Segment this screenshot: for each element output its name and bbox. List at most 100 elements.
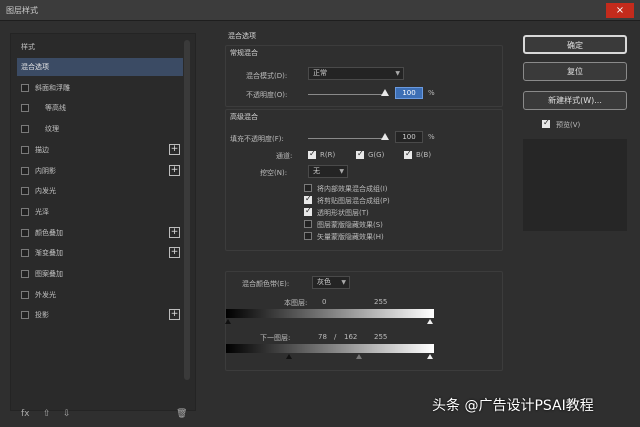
advanced-option-label: 矢量蒙版隐藏效果(H) [317,233,384,241]
opacity-label: 不透明度(O): [246,91,288,99]
blend-if-group: 混合颜色带(E): 灰色 ▼ 本图层: 0 255 下一图层: 78 / 162… [225,271,503,371]
sidebar-item-label: 混合选项 [21,63,49,71]
reset-button[interactable]: 复位 [523,62,627,81]
fx-icon[interactable]: fx [21,409,30,419]
this-layer-low: 0 [322,298,327,306]
fill-opacity-input[interactable]: 100 [395,131,423,143]
advanced-option-label: 图层蒙版隐藏效果(S) [317,221,383,229]
move-down-icon[interactable]: ⇩ [63,409,71,419]
close-button[interactable]: × [606,3,634,18]
advanced-option-checkbox[interactable] [304,206,312,216]
blend-mode-dropdown[interactable]: 正常 ▼ [308,67,404,80]
sidebar-item[interactable]: 样式 [17,38,183,56]
blend-if-value: 灰色 [317,278,331,286]
advanced-blending-group: 高级混合 填充不透明度(F): 100 % 通道: R(R) G(G) B(B)… [225,109,503,251]
sidebar-item-label: 描边 [35,146,49,154]
sidebar-item-checkbox[interactable] [21,311,29,319]
style-preview-swatch [523,139,627,231]
add-effect-plus-icon[interactable]: + [169,227,180,238]
chevron-down-icon: ▼ [341,279,346,286]
sidebar-item[interactable]: 斜面和浮雕 [17,79,183,97]
advanced-option-checkbox[interactable] [304,184,312,192]
sidebar-item-checkbox[interactable] [21,104,29,112]
move-up-icon[interactable]: ⇧ [43,409,51,419]
underlying-layer-label: 下一图层: [260,334,291,342]
scrollbar[interactable] [184,40,190,380]
sidebar-item-checkbox[interactable] [21,187,29,195]
sidebar-item-label: 图案叠加 [35,270,63,278]
sidebar-item[interactable]: 纹理 [17,120,183,138]
sidebar-item[interactable]: 混合选项 [17,58,183,76]
preview-checkbox[interactable] [542,118,550,128]
trash-icon[interactable]: 🗑 [176,409,187,419]
sidebar-item-checkbox[interactable] [21,146,29,154]
sidebar-item-label: 斜面和浮雕 [35,84,70,92]
sidebar-item-checkbox[interactable] [21,229,29,237]
add-effect-plus-icon[interactable]: + [169,309,180,320]
sidebar-item[interactable]: 颜色叠加 + [17,224,183,242]
underlying-separator: / [334,333,337,341]
add-effect-plus-icon[interactable]: + [169,144,180,155]
advanced-option-label: 将内部效果混合成组(I) [317,185,388,193]
ok-button[interactable]: 确定 [523,35,627,54]
channel-g-checkbox[interactable] [356,149,364,159]
sidebar-item-checkbox[interactable] [21,167,29,175]
sidebar-item[interactable]: 光泽 [17,203,183,221]
sidebar-item-label: 等高线 [45,104,66,112]
opacity-slider[interactable] [308,94,388,95]
fill-opacity-slider-thumb[interactable] [381,133,389,140]
opacity-slider-thumb[interactable] [381,89,389,96]
this-layer-gradient [226,309,434,318]
add-effect-plus-icon[interactable]: + [169,247,180,258]
fill-opacity-percent: % [428,133,435,141]
sidebar-item-checkbox[interactable] [21,84,29,92]
this-layer-black-handle[interactable] [225,319,231,324]
general-blending-group: 常规混合 混合模式(D): 正常 ▼ 不透明度(O): 100 % [225,45,503,107]
new-style-button[interactable]: 新建样式(W)... [523,91,627,110]
blend-if-label: 混合颜色带(E): [242,280,290,288]
sidebar-item[interactable]: 内发光 [17,182,183,200]
add-effect-plus-icon[interactable]: + [169,165,180,176]
blend-if-dropdown[interactable]: 灰色 ▼ [312,276,350,289]
advanced-option-label: 将剪贴图层混合成组(P) [317,197,390,205]
sidebar-item[interactable]: 描边 + [17,141,183,159]
advanced-option-checkbox[interactable] [304,232,312,240]
layer-style-dialog: 样式 混合选项 斜面和浮雕 等高线 纹理 描边 + 内阴影 + 内发光 光泽 颜色叠加 + 渐变叠加 + 图案… [0,21,640,427]
fill-opacity-slider[interactable] [308,138,388,139]
sidebar-item[interactable]: 内阴影 + [17,162,183,180]
sidebar-item-label: 渐变叠加 [35,249,63,257]
blend-options-title: 混合选项 [228,32,256,40]
sidebar-item-checkbox[interactable] [21,291,29,299]
advanced-option-checkbox[interactable] [304,194,312,204]
sidebar-item-checkbox[interactable] [21,270,29,278]
underlying-low: 78 [318,333,327,341]
channel-b-checkbox[interactable] [404,149,412,159]
general-blending-title: 常规混合 [230,49,258,57]
underlying-split-handle[interactable] [356,354,362,359]
channel-g-label: G(G) [368,151,385,159]
knockout-dropdown[interactable]: 无 ▼ [308,165,348,178]
preview-label: 预览(V) [556,121,581,129]
sidebar-item[interactable]: 等高线 [17,99,183,117]
sidebar-item[interactable]: 投影 + [17,306,183,324]
sidebar-item-label: 外发光 [35,291,56,299]
opacity-input[interactable]: 100 [395,87,423,99]
advanced-option-checkbox[interactable] [304,220,312,228]
sidebar-item-checkbox[interactable] [21,125,29,133]
style-list-panel: 样式 混合选项 斜面和浮雕 等高线 纹理 描边 + 内阴影 + 内发光 光泽 颜色叠加 + 渐变叠加 + 图案… [10,33,196,419]
window-title: 图层样式 [6,6,38,15]
sidebar-item-label: 颜色叠加 [35,229,63,237]
advanced-blending-title: 高级混合 [230,113,258,121]
underlying-black-handle[interactable] [286,354,292,359]
sidebar-item[interactable]: 渐变叠加 + [17,244,183,262]
this-layer-white-handle[interactable] [427,319,433,324]
blend-mode-value: 正常 [313,69,327,77]
underlying-white-handle[interactable] [427,354,433,359]
sidebar-item-label: 内发光 [35,187,56,195]
sidebar-item-checkbox[interactable] [21,208,29,216]
sidebar-item[interactable]: 图案叠加 [17,265,183,283]
sidebar-item[interactable]: 外发光 [17,286,183,304]
channel-r-checkbox[interactable] [308,149,316,159]
sidebar-item-label: 投影 [35,311,49,319]
sidebar-item-checkbox[interactable] [21,249,29,257]
